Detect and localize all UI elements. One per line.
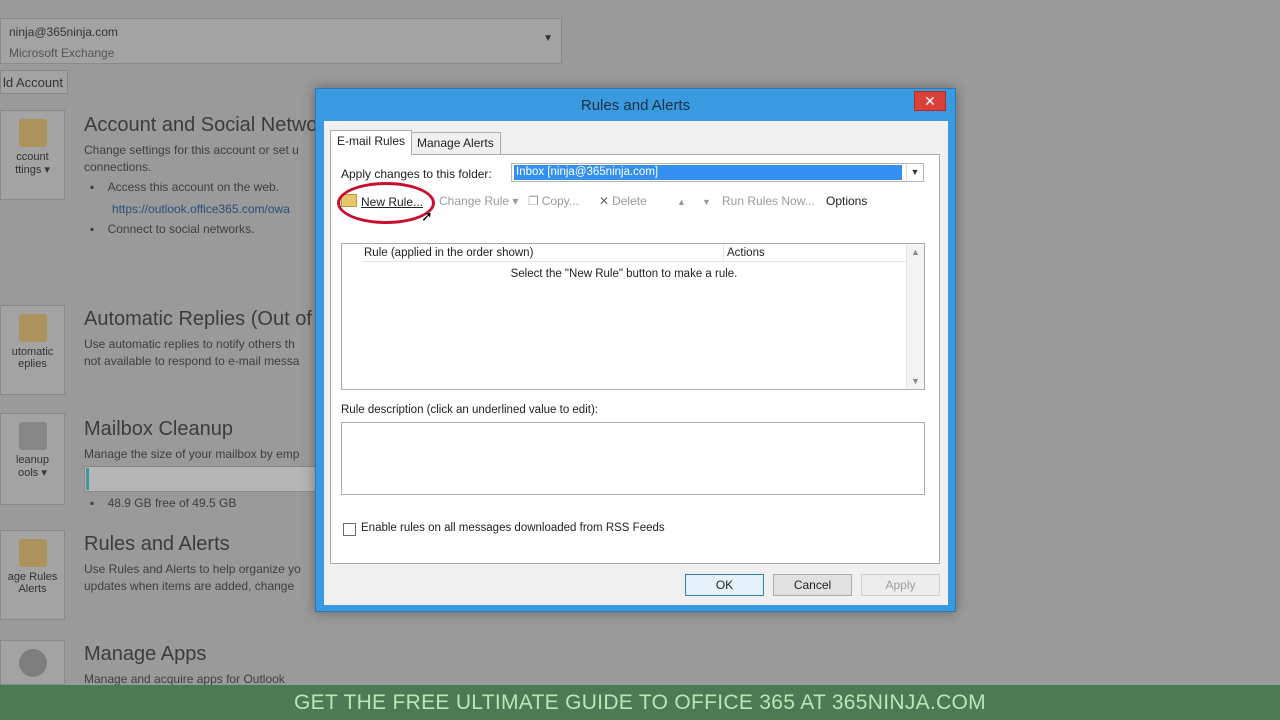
account-settings-tile[interactable]: ccount ttings ▾ (0, 110, 65, 200)
cancel-button[interactable]: Cancel (773, 574, 852, 596)
tab-manage-alerts[interactable]: Manage Alerts (410, 132, 501, 154)
list-scrollbar[interactable]: ▲ ▼ (906, 244, 924, 389)
automatic-replies-tile[interactable]: utomatic eplies (0, 305, 65, 395)
ok-button[interactable]: OK (685, 574, 764, 596)
rss-rules-checkbox[interactable] (343, 523, 356, 536)
section-text: Manage and acquire apps for Outlook (84, 672, 285, 685)
cleanup-tools-tile[interactable]: leanup ools ▾ (0, 413, 65, 505)
run-rules-now-button[interactable]: Run Rules Now... (722, 194, 815, 208)
copy-icon: ❐ (528, 194, 539, 208)
dialog-client: E-mail Rules Manage Alerts Apply changes… (324, 121, 948, 605)
section-text: connections. (84, 160, 152, 174)
new-rule-button[interactable]: New Rule... ➚ (337, 182, 435, 224)
account-email: ninja@365ninja.com (9, 25, 118, 39)
rules-and-alerts-dialog: Rules and Alerts ✕ E-mail Rules Manage A… (315, 88, 956, 612)
column-header-actions[interactable]: Actions (724, 244, 906, 262)
section-text: Use Rules and Alerts to help organize yo (84, 562, 301, 576)
section-title-rules: Rules and Alerts (84, 533, 230, 555)
delete-label: Delete (612, 194, 647, 208)
copy-label: Copy... (541, 194, 579, 208)
folder-select[interactable]: Inbox [ninja@365ninja.com] ▼ (511, 163, 924, 182)
bullet-item: ▪ 48.9 GB free of 49.5 GB (90, 496, 237, 510)
empty-list-message: Select the "New Rule" button to make a r… (510, 268, 738, 280)
tab-email-rules[interactable]: E-mail Rules (330, 130, 413, 155)
close-icon: ✕ (924, 93, 936, 109)
section-title-account: Account and Social Netwo (84, 114, 318, 136)
add-account-button[interactable]: ld Account (0, 70, 68, 94)
move-down-icon[interactable]: ▼ (702, 197, 711, 207)
account-type: Microsoft Exchange (9, 46, 115, 60)
apply-button[interactable]: Apply (861, 574, 940, 596)
tile-label: ccount ttings ▾ (15, 151, 50, 176)
dialog-title: Rules and Alerts (580, 97, 691, 114)
owa-link[interactable]: https://outlook.office365.com/owa (112, 201, 290, 218)
email-rules-panel: Apply changes to this folder: Inbox [nin… (330, 154, 940, 564)
manage-apps-tile[interactable] (0, 640, 65, 685)
change-rule-button[interactable]: Change Rule ▾ (439, 194, 518, 208)
options-button[interactable]: Options (826, 194, 867, 208)
tile-label: leanup ools ▾ (15, 454, 50, 479)
rss-rules-label[interactable]: Enable rules on all messages downloaded … (361, 522, 665, 534)
bullet-text: Access this account on the web. (107, 180, 280, 194)
manage-rules-icon (18, 539, 47, 567)
column-header-rule[interactable]: Rule (applied in the order shown) (362, 244, 724, 262)
section-text: Change settings for this account or set … (84, 143, 299, 157)
rule-description-label: Rule description (click an underlined va… (341, 404, 598, 416)
section-title-auto-replies: Automatic Replies (Out of (84, 308, 312, 330)
apply-folder-label: Apply changes to this folder: (341, 167, 492, 181)
rules-toolbar: New Rule... ➚ Change Rule ▾ ❐ Copy... ✕ De… (337, 182, 927, 224)
section-text: not available to respond to e-mail messa (84, 354, 300, 368)
folder-select-value: Inbox [ninja@365ninja.com] (514, 165, 902, 180)
chevron-down-icon[interactable]: ▼ (906, 164, 923, 181)
account-selector[interactable]: ninja@365ninja.com Microsoft Exchange ▼ (0, 18, 562, 64)
section-title-cleanup: Mailbox Cleanup (84, 418, 233, 440)
dialog-titlebar[interactable]: Rules and Alerts ✕ (316, 89, 955, 121)
tile-label: utomatic eplies (11, 346, 54, 370)
bullet-item: ▪ Access this account on the web. (90, 180, 280, 194)
section-text: updates when items are added, change (84, 579, 295, 593)
backdrop-empty-area (960, 0, 1280, 685)
mouse-cursor-icon: ➚ (421, 208, 433, 224)
rule-description-box[interactable] (341, 422, 925, 495)
delete-icon: ✕ (599, 194, 610, 208)
globe-icon (18, 649, 47, 677)
close-button[interactable]: ✕ (914, 91, 946, 111)
chevron-down-icon: ▼ (543, 33, 553, 44)
tile-label: age Rules Alerts (7, 571, 58, 595)
account-settings-icon (18, 119, 47, 147)
cleanup-tools-icon (18, 422, 47, 450)
copy-button[interactable]: ❐ Copy... (528, 194, 579, 208)
section-text: Manage the size of your mailbox by emp (84, 447, 300, 461)
section-text: Use automatic replies to notify others t… (84, 337, 295, 351)
storage-text: 48.9 GB free of 49.5 GB (107, 496, 237, 510)
manage-rules-tile[interactable]: age Rules Alerts (0, 530, 65, 620)
bullet-item: ▪ Connect to social networks. (90, 222, 255, 236)
automatic-replies-icon (18, 314, 47, 342)
section-title-apps: Manage Apps (84, 643, 207, 665)
scroll-down-icon[interactable]: ▼ (907, 376, 924, 386)
scroll-up-icon[interactable]: ▲ (907, 247, 924, 257)
mailbox-usage-fill (86, 468, 89, 490)
promo-banner: GET THE FREE ULTIMATE GUIDE TO OFFICE 36… (0, 685, 1280, 720)
bullet-text: Connect to social networks. (107, 222, 255, 236)
delete-button[interactable]: ✕ Delete (599, 194, 647, 208)
move-up-icon[interactable]: ▲ (677, 197, 686, 207)
rules-list[interactable]: Rule (applied in the order shown) Action… (341, 243, 925, 390)
mailbox-usage-bar (84, 466, 316, 492)
